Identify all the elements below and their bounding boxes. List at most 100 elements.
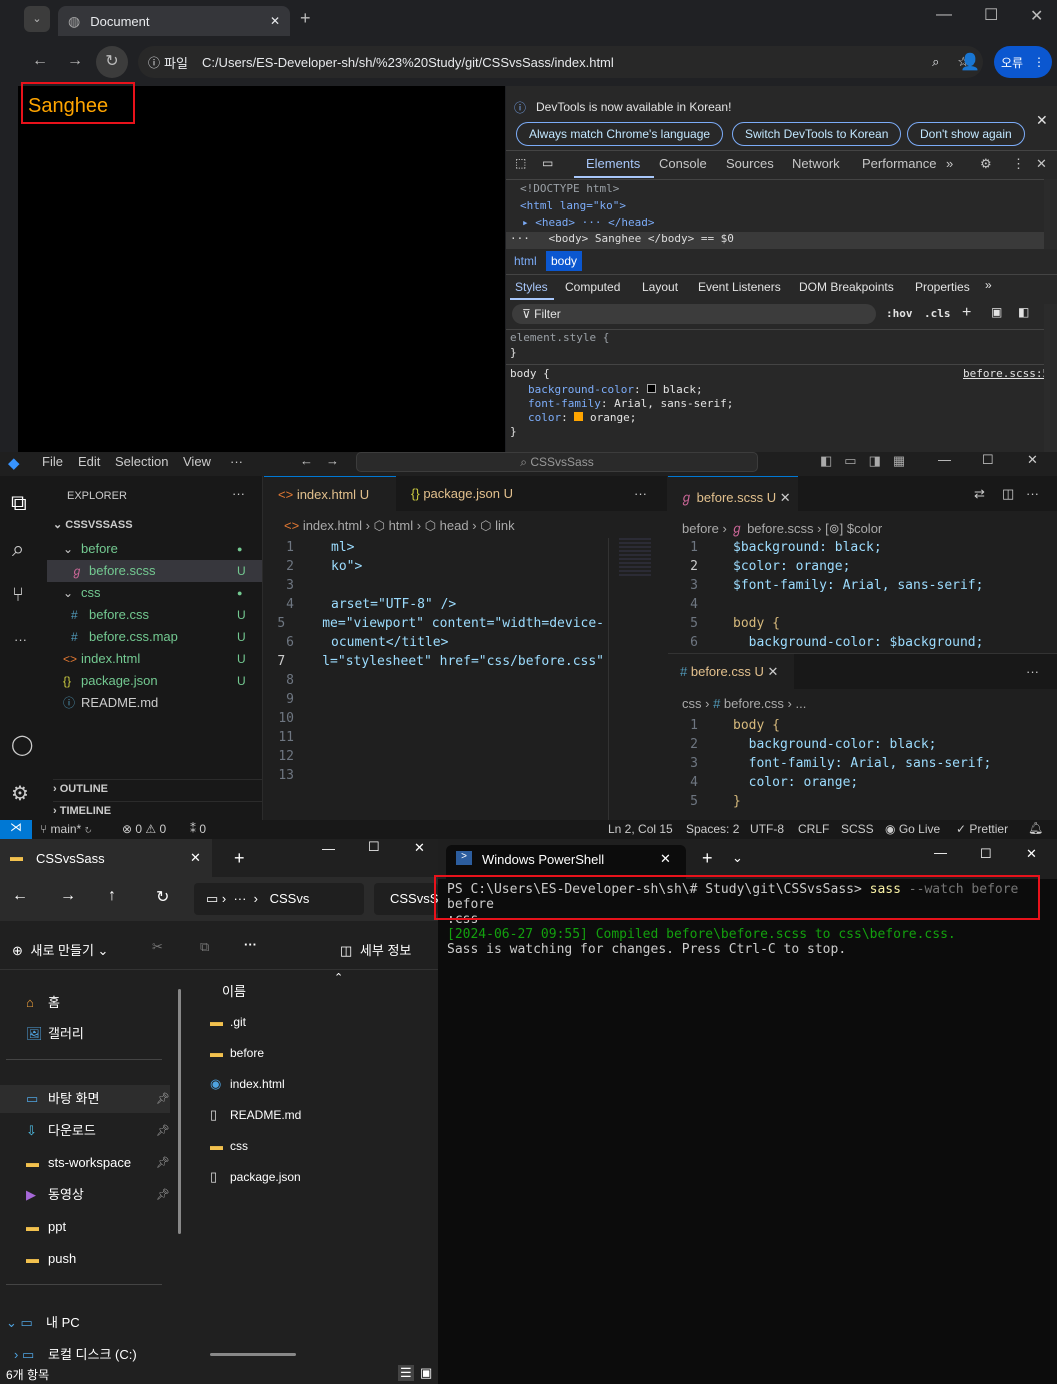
forward-icon[interactable]: → xyxy=(60,887,76,905)
nav-item[interactable]: 🖼︎ 갤러리 xyxy=(0,1020,170,1048)
file-item[interactable]: ▯ package.json xyxy=(208,1164,428,1190)
address-bar[interactable]: ⓘ 파일 C:/Users/ES-Developer-sh/sh/%23%20S… xyxy=(138,46,983,78)
command-center[interactable]: ⌕ CSSvsSass xyxy=(356,452,758,472)
more-options-icon[interactable]: ⋮ xyxy=(1012,156,1025,172)
new-button[interactable]: ⊕ 새로 만들기 ⌄ xyxy=(12,940,108,959)
file-item[interactable]: ◉ index.html xyxy=(208,1071,428,1097)
subtab-styles[interactable]: Styles xyxy=(515,280,548,294)
tree-item-index-html[interactable]: <> index.html U xyxy=(47,648,262,670)
nav-item[interactable]: ▶ 동영상 📌︎ xyxy=(0,1181,170,1209)
source-link[interactable]: before.scss:5 xyxy=(963,367,1049,380)
notifications-icon[interactable]: 🔔︎ xyxy=(1028,821,1043,835)
minimize-button[interactable]: — xyxy=(938,452,951,467)
tab-console[interactable]: Console xyxy=(659,156,707,171)
files-icon[interactable]: ⧉ xyxy=(11,490,27,516)
close-tab-icon[interactable]: ✕ xyxy=(190,850,201,866)
element-style-rule[interactable]: element.style { xyxy=(510,331,609,344)
inspect-icon[interactable]: ⬚ xyxy=(515,156,526,170)
crumb-body[interactable]: body xyxy=(546,251,583,271)
code-line[interactable]: 7 l="stylesheet" href="css/before.css" xyxy=(264,652,604,671)
maximize-button[interactable]: ☐ xyxy=(982,452,994,468)
css-prop-font[interactable]: font-family: Arial, sans-serif; xyxy=(528,397,733,410)
device-icon[interactable]: ▭ xyxy=(542,156,553,170)
settings-icon[interactable]: ⚙ xyxy=(980,156,992,172)
more-tabs-icon[interactable]: » xyxy=(946,156,953,171)
tab-sources[interactable]: Sources xyxy=(726,156,774,171)
remote-icon[interactable]: ⋊ xyxy=(0,820,32,839)
path-segment[interactable]: CSSvsSa xyxy=(374,883,438,915)
refresh-icon[interactable]: ↻ xyxy=(156,887,169,907)
close-window-button[interactable]: ✕ xyxy=(1030,6,1043,26)
dont-show-button[interactable]: Don't show again xyxy=(907,122,1025,146)
dom-html[interactable]: <html lang="ko"> xyxy=(520,199,626,212)
code-line[interactable]: 4 arset="UTF-8" /> xyxy=(264,595,604,614)
details-view-icon[interactable]: ☰ xyxy=(398,1365,414,1381)
nav-item[interactable]: ▭ 바탕 화면 📌︎ xyxy=(0,1085,170,1113)
dom-body[interactable]: ··· <body> Sanghee </body> == $0 xyxy=(506,232,1044,249)
add-rule-icon[interactable]: + xyxy=(962,304,971,322)
tree-item-before-css[interactable]: # before.css U xyxy=(47,604,262,626)
branch-status[interactable]: ⑂ main* ↻ xyxy=(40,822,92,836)
back-icon[interactable]: ← xyxy=(12,887,28,905)
compare-icon[interactable]: ⇄ xyxy=(974,486,985,502)
menu-file[interactable]: File xyxy=(42,454,63,469)
nav-back-icon[interactable]: ← xyxy=(300,453,313,468)
layout-icons[interactable]: ◧▭◨▦ xyxy=(820,453,917,469)
code-line[interactable]: 3 font-family: Arial, sans-serif; xyxy=(668,754,998,773)
maximize-button[interactable]: ☐ xyxy=(980,846,992,862)
tree-item-before[interactable]: ⌄ before ● xyxy=(47,538,262,560)
profile-icon[interactable]: 👤 xyxy=(960,52,980,72)
tree-item-css[interactable]: ⌄ css ● xyxy=(47,582,262,604)
copy-icon[interactable]: ⧉ xyxy=(200,939,209,955)
close-window-button[interactable]: ✕ xyxy=(414,840,425,856)
menu-selection[interactable]: Selection xyxy=(115,454,168,469)
tree-item-README-md[interactable]: ⓘ README.md xyxy=(47,692,262,714)
subtab-event-listeners[interactable]: Event Listeners xyxy=(698,280,781,294)
code-line[interactable]: 6 ocument</title> xyxy=(264,633,604,652)
reload-icon[interactable]: ↻ xyxy=(96,46,128,78)
language-status[interactable]: SCSS xyxy=(841,822,874,836)
code-line[interactable]: 5} xyxy=(668,792,998,811)
code-line[interactable]: 4 xyxy=(668,595,998,614)
file-item[interactable]: ▯ README.md xyxy=(208,1102,428,1128)
crumb-html[interactable]: html xyxy=(514,254,537,268)
tree-item-before-scss[interactable]: ℊ before.scss U xyxy=(47,560,262,582)
tab-package-json[interactable]: {} package.json U xyxy=(397,476,527,511)
cursor-position[interactable]: Ln 2, Col 15 xyxy=(608,822,673,836)
code-line[interactable]: 5 me="viewport" content="width=device- xyxy=(264,614,604,633)
more-icon[interactable]: ··· xyxy=(14,632,27,647)
tab-performance[interactable]: Performance xyxy=(862,156,936,171)
code-line[interactable]: 1 $background: black; xyxy=(668,538,998,557)
code-line[interactable]: 4 color: orange; xyxy=(668,773,998,792)
code-line[interactable]: 9 xyxy=(264,690,604,709)
tab-before-scss[interactable]: ℊ before.scss U ✕ xyxy=(668,476,798,511)
timeline-section[interactable]: › TIMELINE xyxy=(53,801,263,817)
search-icon[interactable]: ⌕ xyxy=(12,536,24,562)
file-item[interactable]: ▬ before xyxy=(208,1040,428,1066)
css-prop-bg[interactable]: background-color: black; xyxy=(528,383,703,396)
tab-elements[interactable]: Elements xyxy=(586,156,640,171)
maximize-button[interactable]: ☐ xyxy=(984,5,998,25)
nav-item[interactable]: ⌂ 홈 xyxy=(0,989,170,1017)
minimize-button[interactable]: — xyxy=(936,6,952,24)
code-line[interactable]: 13 xyxy=(264,766,604,785)
eol-status[interactable]: CRLF xyxy=(798,822,829,836)
tiles-view-icon[interactable]: ▣ xyxy=(420,1365,432,1381)
tree-item-before-css-map[interactable]: # before.css.map U xyxy=(47,626,262,648)
terminal-tab[interactable]: Windows PowerShell xyxy=(482,852,604,867)
code-line[interactable]: 3 $font-family: Arial, sans-serif; xyxy=(668,576,998,595)
subtab-dom-breakpoints[interactable]: DOM Breakpoints xyxy=(799,280,894,294)
nav-item[interactable]: ⌄ ▭ 내 PC xyxy=(0,1309,170,1337)
switch-korean-button[interactable]: Switch DevTools to Korean xyxy=(732,122,902,146)
cls-button[interactable]: .cls xyxy=(924,307,951,320)
minimize-button[interactable]: — xyxy=(322,841,335,856)
code-line[interactable]: 8 xyxy=(264,671,604,690)
more-subtabs-icon[interactable]: » xyxy=(985,278,992,292)
tab-index-html[interactable]: <> index.html U xyxy=(264,476,396,511)
details-button[interactable]: ◫ 세부 정보 xyxy=(340,940,411,959)
code-line[interactable]: 3 xyxy=(264,576,604,595)
filter-input[interactable]: ⊽ Filter xyxy=(512,304,876,324)
breadcrumb[interactable]: before › ℊ before.scss › [⊚] $color xyxy=(682,518,882,537)
file-item[interactable]: ▬ .git xyxy=(208,1009,428,1035)
source-control-icon[interactable]: ⑂ xyxy=(12,584,24,607)
